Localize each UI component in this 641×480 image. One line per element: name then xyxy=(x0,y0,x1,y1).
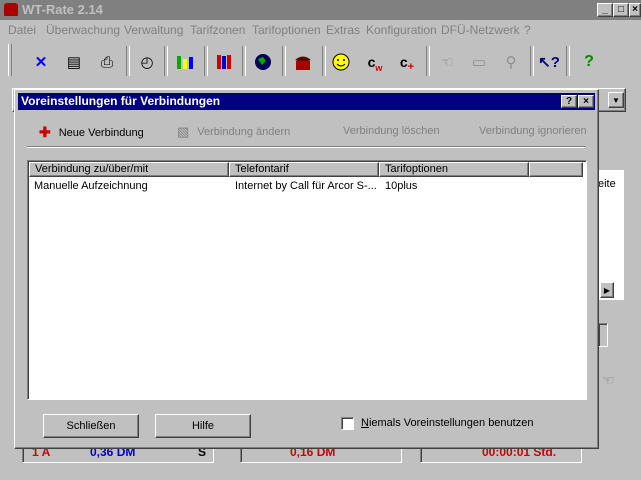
books-icon[interactable] xyxy=(214,51,236,73)
telephone-icon[interactable] xyxy=(292,51,314,73)
menu-extras[interactable]: Extras xyxy=(326,23,360,37)
edit-connection-label: Verbindung ändern xyxy=(197,126,291,138)
cost-w-icon[interactable]: cw xyxy=(364,51,386,73)
column-header-options[interactable]: Tarifoptionen xyxy=(379,162,529,177)
background-scroll-right-button[interactable]: ▶ xyxy=(600,282,614,298)
toolbar-separator xyxy=(282,46,286,76)
background-hand-icon: ☜ xyxy=(602,372,615,388)
action-divider xyxy=(27,146,585,148)
toolbar-separator xyxy=(426,46,430,76)
help-button[interactable]: Hilfe xyxy=(155,414,251,438)
edit-document-icon: ▧ xyxy=(177,124,190,139)
close-button[interactable]: × xyxy=(629,3,641,17)
toolbar-separator xyxy=(242,46,246,76)
close-x-icon[interactable]: ✕ xyxy=(30,51,52,73)
dialog-close-button[interactable]: × xyxy=(578,95,594,108)
dialog-help-button[interactable]: ? xyxy=(561,95,577,108)
preferences-dialog: Voreinstellungen für Verbindungen ? × ✚ … xyxy=(14,89,599,449)
row-connection: Manuelle Aufzeichnung xyxy=(34,180,148,192)
column-header-tariff[interactable]: Telefontarif xyxy=(229,162,379,177)
menu-tarifzonen[interactable]: Tarifzonen xyxy=(190,23,245,37)
edit-connection-action[interactable]: ▧ Verbindung ändern xyxy=(177,124,290,140)
checkbox-label-text: iemals Voreinstellungen benutzen xyxy=(368,417,534,429)
background-dropdown-button[interactable]: ▼ xyxy=(608,92,624,108)
toolbar-separator xyxy=(530,46,534,76)
help-pointer-icon[interactable]: ↖? xyxy=(538,51,560,73)
dialog-title: Voreinstellungen für Verbindungen xyxy=(21,94,221,108)
never-use-defaults-checkbox[interactable] xyxy=(341,417,354,430)
toolbar-separator xyxy=(126,46,130,76)
stopwatch-icon[interactable]: ◴ xyxy=(136,51,158,73)
connections-list[interactable]: Verbindung zu/über/mit Telefontarif Tari… xyxy=(27,160,587,400)
new-connection-label: Neue Verbindung xyxy=(58,126,144,139)
checkbox-accelerator: N xyxy=(361,417,369,429)
toolbar-separator xyxy=(164,46,168,76)
close-dialog-button[interactable]: Schließen xyxy=(43,414,139,438)
ignore-connection-action[interactable]: Verbindung ignorieren xyxy=(479,125,587,137)
smiley-icon[interactable] xyxy=(330,51,352,73)
toolbar-separator xyxy=(204,46,208,76)
menu-datei[interactable]: Datei xyxy=(8,23,36,37)
hand-icon[interactable]: ☜ xyxy=(436,51,458,73)
menu-tarifoptionen[interactable]: Tarifoptionen xyxy=(252,23,321,37)
row-tariff: Internet by Call für Arcor S-... xyxy=(235,180,377,192)
plus-icon: ✚ xyxy=(39,124,51,140)
toolbar: ✕ ▤ ⎙ ◴ cw c + ☜ ▭ ⚲ ↖? ? xyxy=(0,42,641,80)
table-row[interactable]: Manuelle Aufzeichnung Internet by Call f… xyxy=(29,179,583,193)
minimize-button[interactable]: _ xyxy=(597,3,613,17)
background-right-text: eite xyxy=(598,178,616,190)
background-box xyxy=(598,323,608,347)
tape-icon[interactable]: ▭ xyxy=(468,51,490,73)
main-title-bar[interactable]: WT-Rate 2.14 _ □ × xyxy=(0,0,641,20)
toolbar-separator xyxy=(566,46,570,76)
question-icon[interactable]: ? xyxy=(578,51,600,73)
menu-verwaltung[interactable]: Verwaltung xyxy=(124,23,183,37)
column-header-connection[interactable]: Verbindung zu/über/mit xyxy=(29,162,229,177)
menu-bar: Datei Überwachung Verwaltung Tarifzonen … xyxy=(0,20,641,40)
telephone-app-icon xyxy=(4,3,18,16)
app-title: WT-Rate 2.14 xyxy=(22,2,103,17)
row-options: 10plus xyxy=(385,180,418,192)
menu-ueberwachung[interactable]: Überwachung xyxy=(46,23,120,37)
toolbar-grip xyxy=(8,44,12,76)
bar-chart-icon[interactable] xyxy=(174,51,196,73)
new-connection-action[interactable]: ✚ Neue Verbindung xyxy=(39,124,144,141)
globe-icon[interactable] xyxy=(252,51,274,73)
maximize-button[interactable]: □ xyxy=(613,3,629,17)
menu-dfue-netzwerk[interactable]: DFÜ-Netzwerk xyxy=(441,23,520,37)
printer-icon[interactable]: ⎙ xyxy=(96,51,118,73)
menu-help[interactable]: ? xyxy=(524,23,531,37)
menu-konfiguration[interactable]: Konfiguration xyxy=(366,23,437,37)
toolbar-separator xyxy=(322,46,326,76)
never-use-defaults-label[interactable]: Niemals Voreinstellungen benutzen xyxy=(361,417,533,429)
magnifier-icon[interactable]: ⚲ xyxy=(500,51,522,73)
cost-plus-icon[interactable]: c + xyxy=(396,51,418,73)
delete-connection-action[interactable]: Verbindung löschen xyxy=(343,125,440,137)
document-icon[interactable]: ▤ xyxy=(63,51,85,73)
column-header-extra[interactable] xyxy=(529,162,583,177)
dialog-title-bar[interactable]: Voreinstellungen für Verbindungen ? × xyxy=(18,93,595,110)
